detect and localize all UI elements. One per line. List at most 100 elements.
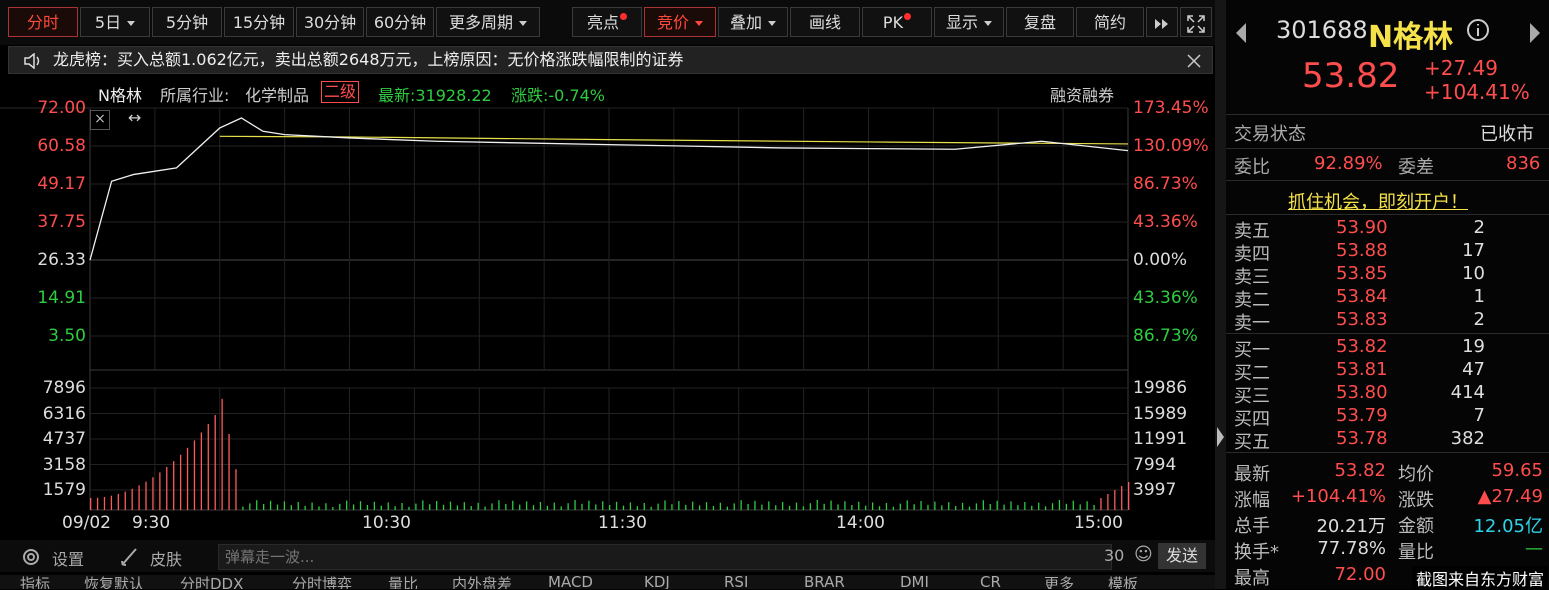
right-tick-label: 86.73% bbox=[1133, 174, 1198, 194]
period-toolbar: 分时 5日 5分钟 15分钟 30分钟 60分钟 更多周期 亮点 竞价 叠加 画… bbox=[0, 0, 1215, 45]
info-icon[interactable] bbox=[1466, 18, 1490, 42]
volume-bar bbox=[692, 501, 694, 510]
indicator-tab[interactable]: DMI bbox=[900, 575, 929, 589]
close-icon[interactable] bbox=[1187, 54, 1201, 68]
tab-60min[interactable]: 60分钟 bbox=[366, 7, 434, 37]
volume-bar bbox=[1003, 504, 1005, 510]
danmu-input[interactable] bbox=[218, 544, 1112, 570]
volume-bar bbox=[1114, 490, 1116, 510]
stat-value: 20.21万 bbox=[1316, 516, 1386, 537]
stat-value: 77.78% bbox=[1317, 538, 1386, 559]
tab-5min[interactable]: 5分钟 bbox=[152, 7, 222, 37]
volume-bar bbox=[615, 501, 618, 510]
indicator-tab[interactable]: 更多 bbox=[1044, 575, 1074, 589]
skin-brush-icon[interactable] bbox=[118, 545, 142, 569]
volume-bar bbox=[878, 506, 881, 510]
tab-30min[interactable]: 30分钟 bbox=[296, 7, 364, 37]
volume-bar bbox=[332, 507, 334, 510]
stat-value: — bbox=[1525, 538, 1543, 559]
indicator-tab[interactable]: 恢复默认 bbox=[84, 575, 144, 589]
volume-bar bbox=[802, 506, 805, 510]
indicator-tab[interactable]: CR bbox=[980, 575, 1001, 589]
volume-bar bbox=[823, 503, 825, 510]
panel-splitter[interactable] bbox=[1215, 0, 1226, 589]
tab-5day[interactable]: 5日 bbox=[80, 7, 150, 37]
gear-icon[interactable] bbox=[20, 546, 42, 568]
volume-bar bbox=[761, 504, 763, 510]
intraday-chart[interactable] bbox=[0, 100, 1215, 540]
bid-level-price[interactable]: 53.79 bbox=[1336, 405, 1388, 426]
weicha-value: 836 bbox=[1506, 153, 1541, 174]
settings-label[interactable]: 设置 bbox=[52, 546, 84, 570]
simple-button[interactable]: 简约 bbox=[1076, 7, 1144, 37]
emoji-icon[interactable]: ☺ bbox=[1134, 544, 1153, 565]
tab-15min[interactable]: 15分钟 bbox=[224, 7, 294, 37]
volume-bar bbox=[719, 502, 722, 510]
volume-bar bbox=[1010, 501, 1012, 510]
ask-level-price[interactable]: 53.85 bbox=[1336, 263, 1388, 284]
indicator-tab[interactable]: 量比 bbox=[388, 575, 418, 589]
indicator-tab[interactable]: 分时博弈 bbox=[292, 575, 352, 589]
volume-bar bbox=[173, 461, 175, 510]
ask-level-volume: 1 bbox=[1473, 286, 1485, 307]
current-price: 53.82 bbox=[1302, 56, 1400, 96]
volume-bar bbox=[505, 504, 507, 510]
tab-intraday[interactable]: 分时 bbox=[8, 7, 78, 37]
volume-bar bbox=[166, 467, 168, 510]
bid-level-volume: 47 bbox=[1462, 359, 1485, 380]
highlight-button[interactable]: 亮点 bbox=[572, 7, 642, 37]
right-tick-label: 43.36% bbox=[1133, 288, 1198, 308]
bid-level-volume: 7 bbox=[1473, 405, 1485, 426]
indicator-tab[interactable]: 分时DDX bbox=[180, 575, 243, 589]
forward-icon[interactable] bbox=[1146, 7, 1178, 37]
volume-bar bbox=[318, 506, 320, 510]
divider bbox=[1226, 180, 1549, 181]
next-stock-icon[interactable] bbox=[1528, 22, 1542, 44]
overlay-button[interactable]: 叠加 bbox=[718, 7, 788, 37]
bid-level-price[interactable]: 53.82 bbox=[1336, 336, 1388, 357]
pk-button[interactable]: PK bbox=[862, 7, 932, 37]
ask-level-price[interactable]: 53.83 bbox=[1336, 309, 1388, 330]
volume-bar bbox=[1058, 500, 1061, 510]
replay-button[interactable]: 复盘 bbox=[1006, 7, 1074, 37]
volume-bar bbox=[961, 502, 964, 510]
indicator-tab[interactable]: 指标 bbox=[20, 575, 50, 589]
prev-stock-icon[interactable] bbox=[1234, 22, 1248, 44]
indicator-tab[interactable]: BRAR bbox=[804, 575, 845, 589]
indicator-tab[interactable]: 模板 bbox=[1108, 575, 1138, 589]
send-button[interactable]: 发送 bbox=[1158, 543, 1206, 569]
close-icon[interactable]: × bbox=[90, 110, 110, 130]
left-tick-label: 37.75 bbox=[37, 212, 86, 232]
volume-bar bbox=[242, 506, 244, 510]
indicator-tab[interactable]: 内外盘差 bbox=[452, 575, 512, 589]
fullscreen-icon[interactable] bbox=[1180, 7, 1212, 37]
draw-line-button[interactable]: 画线 bbox=[790, 7, 860, 37]
tab-more-periods[interactable]: 更多周期 bbox=[436, 7, 540, 37]
volume-bar bbox=[1107, 494, 1109, 510]
indicator-tab[interactable]: RSI bbox=[724, 575, 748, 589]
stat-label: 最新 bbox=[1234, 464, 1270, 485]
volume-bar bbox=[263, 504, 265, 510]
indicator-tab[interactable]: KDJ bbox=[644, 575, 670, 589]
volume-bar bbox=[1044, 506, 1047, 510]
ask-level-price[interactable]: 53.88 bbox=[1336, 240, 1388, 261]
tab-5day-label: 5日 bbox=[94, 13, 122, 32]
bid-level-price[interactable]: 53.78 bbox=[1336, 428, 1388, 449]
volume-bar bbox=[152, 477, 154, 510]
ask-level-price[interactable]: 53.84 bbox=[1336, 286, 1388, 307]
weicha-label: 委差 bbox=[1398, 157, 1434, 178]
volume-bar bbox=[214, 415, 216, 510]
resize-horizontal-icon[interactable]: ↔ bbox=[128, 108, 150, 130]
bid-level-price[interactable]: 53.81 bbox=[1336, 359, 1388, 380]
volume-bar bbox=[491, 503, 493, 510]
price-change-pct: +104.41% bbox=[1424, 80, 1530, 104]
indicator-tab[interactable]: MACD bbox=[548, 575, 593, 589]
ask-level-price[interactable]: 53.90 bbox=[1336, 217, 1388, 238]
bid-level-price[interactable]: 53.80 bbox=[1336, 382, 1388, 403]
volume-bar bbox=[1038, 502, 1040, 510]
open-account-link[interactable]: 抓住机会，即刻开户！ bbox=[1288, 188, 1468, 214]
auction-button[interactable]: 竞价 bbox=[644, 7, 716, 37]
weibi-label: 委比 bbox=[1234, 157, 1270, 178]
skin-label[interactable]: 皮肤 bbox=[150, 546, 182, 570]
display-button[interactable]: 显示 bbox=[934, 7, 1004, 37]
